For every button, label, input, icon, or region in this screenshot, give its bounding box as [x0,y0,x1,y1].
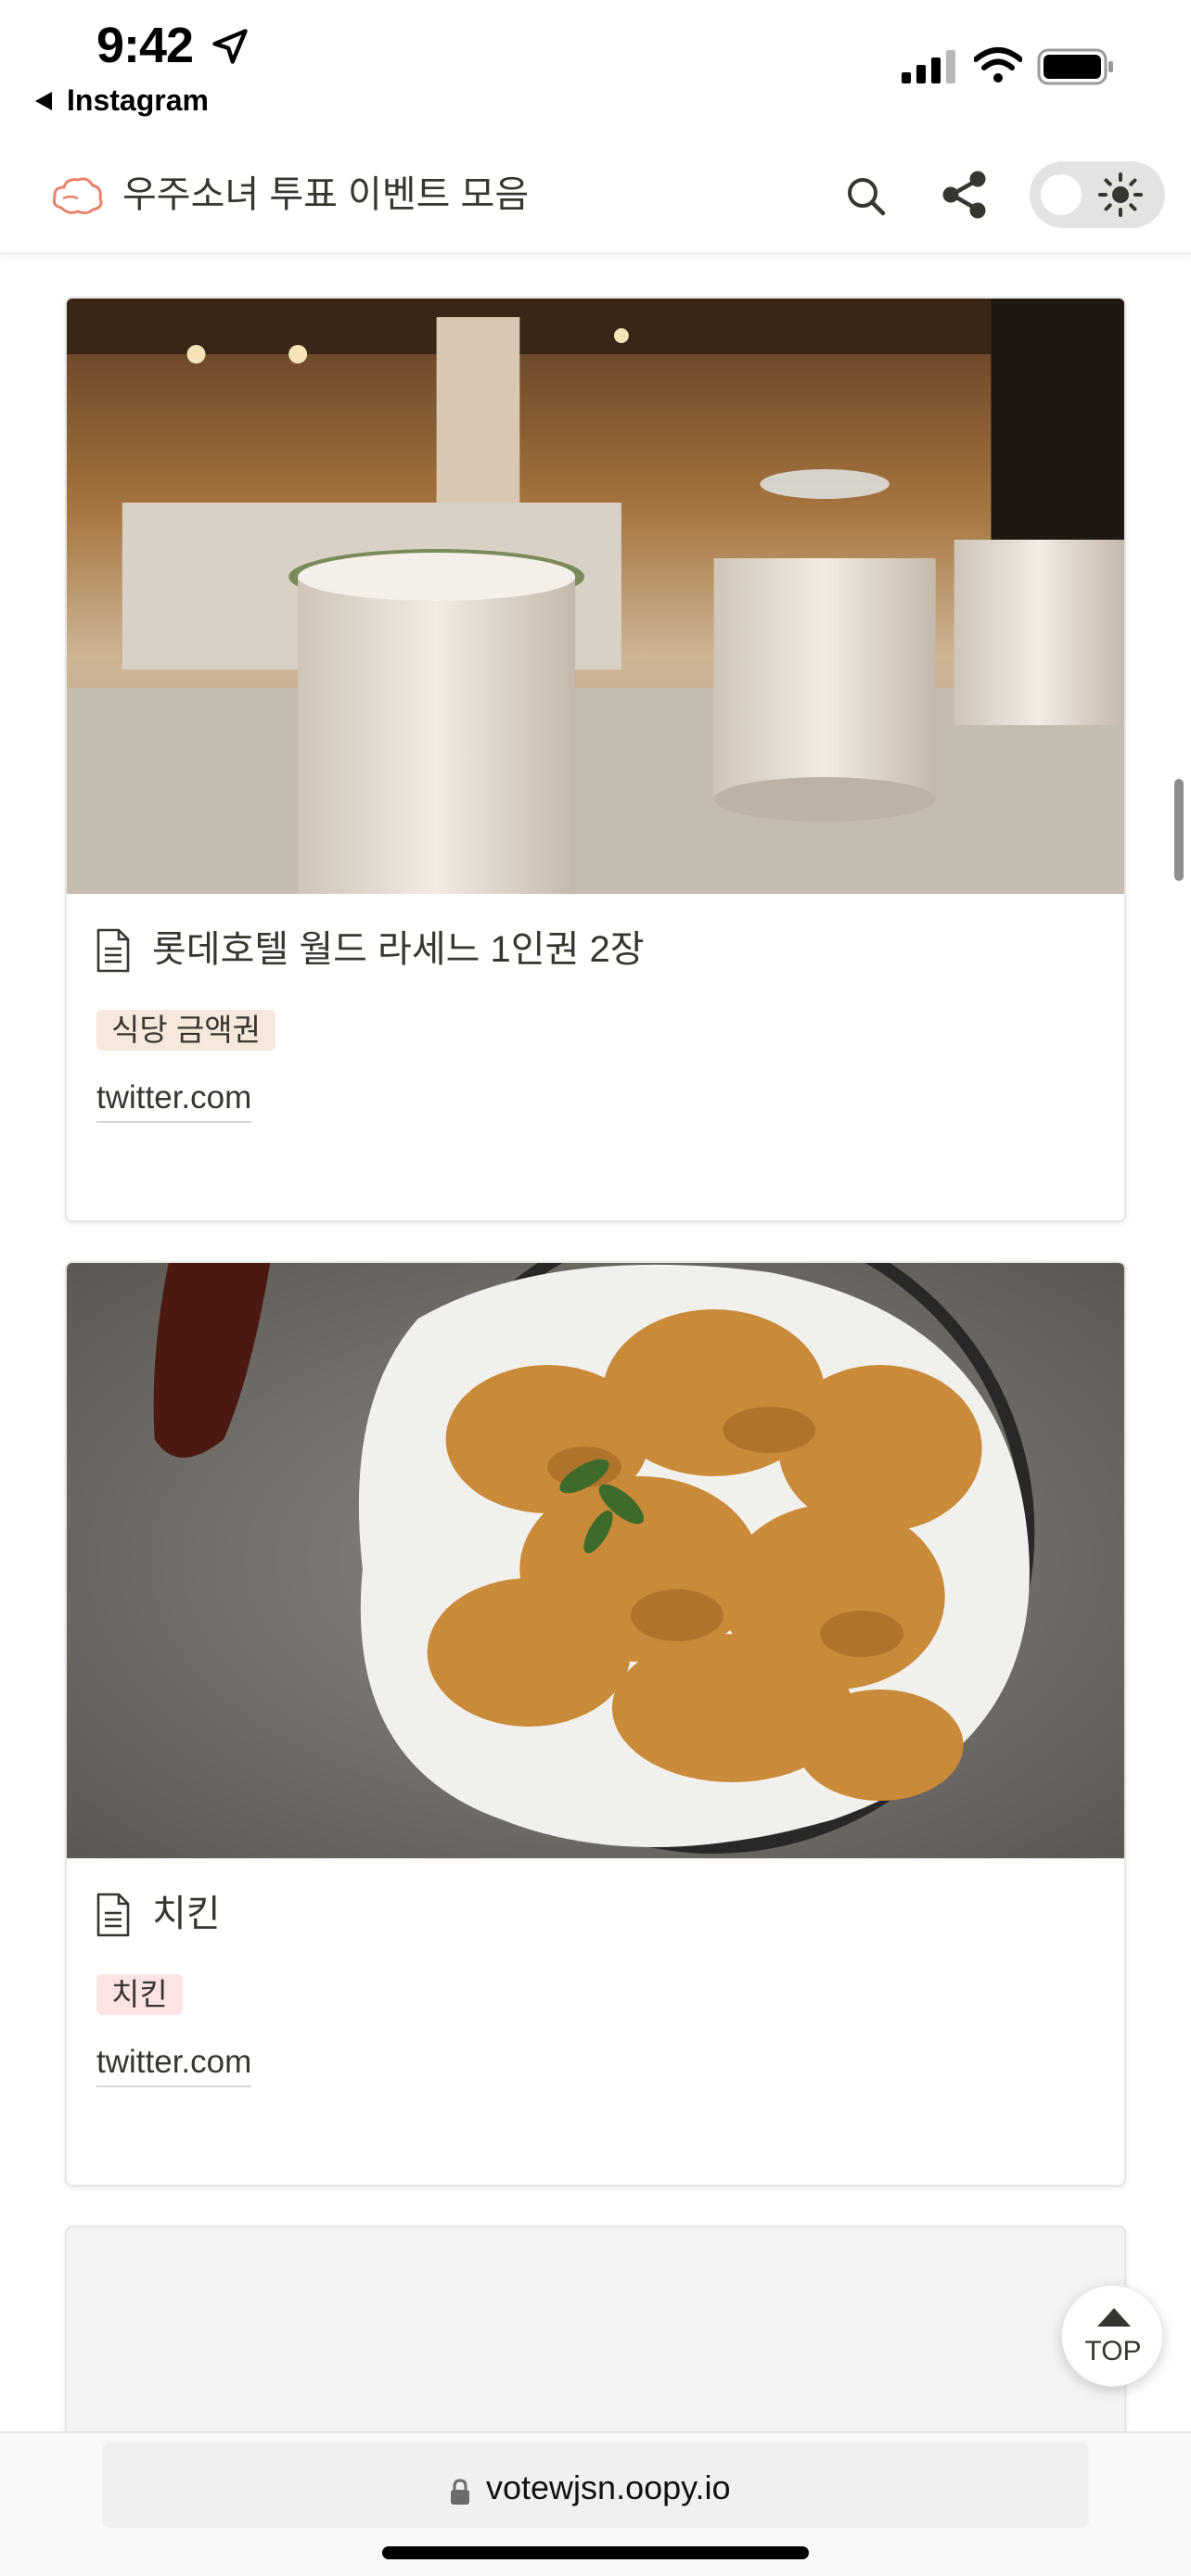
scroll-to-top-button[interactable]: TOP [1061,2285,1163,2387]
scroll-indicator[interactable] [1174,779,1184,881]
home-indicator[interactable] [382,2546,809,2559]
card-link[interactable]: twitter.com [96,2039,252,2087]
cloud-logo-icon[interactable] [50,171,104,223]
sun-icon [1098,172,1143,217]
card-title: 치킨 [152,1894,221,1934]
document-icon [96,1893,130,1937]
share-icon[interactable] [937,167,992,223]
category-tag: 식당 금액권 [96,1010,275,1051]
top-button-label: TOP [1084,2336,1142,2366]
card-body: 치킨 치킨 twitter.com [67,1863,1124,2185]
arrow-up-icon [1097,2308,1131,2327]
category-tag: 치킨 [96,1974,183,2015]
wifi-icon [974,47,1022,83]
browser-url-bar: votewjsn.oopy.io [0,2431,1191,2576]
status-bar: 9:42 Instagram [0,0,1191,139]
url-text: votewjsn.oopy.io [486,2468,731,2506]
back-app-label: Instagram [67,83,209,117]
page-title: 우주소녀 투표 이벤트 모음 [122,174,530,215]
card-link[interactable]: twitter.com [96,1075,252,1123]
page-header: 우주소녀 투표 이벤트 모음 [0,139,1191,254]
document-icon [96,928,130,973]
back-to-app-button[interactable]: Instagram [35,83,209,118]
card-title: 롯데호텔 월드 라세느 1인권 2장 [152,929,645,970]
search-icon[interactable] [840,171,892,223]
toggle-knob [1041,174,1082,215]
battery-icon [1037,48,1113,85]
gallery-card[interactable]: 치킨 치킨 twitter.com [65,1261,1126,2187]
status-time: 9:42 [96,18,194,73]
back-arrow-icon [35,91,52,110]
fried-chicken-image [67,1263,1124,1858]
signal-icon [902,50,955,83]
location-arrow-icon [212,29,248,64]
gallery-card[interactable]: 롯데호텔 월드 라세느 1인권 2장 식당 금액권 twitter.com [65,297,1126,1222]
lock-icon [451,2479,469,2505]
theme-toggle[interactable] [1030,161,1165,228]
card-body: 롯데호텔 월드 라세느 1인권 2장 식당 금액권 twitter.com [67,899,1124,1220]
hotel-buffet-image [67,299,1124,894]
